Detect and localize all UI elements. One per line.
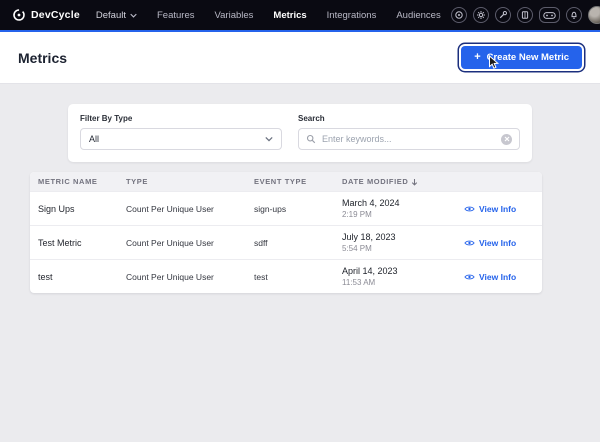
status-icon[interactable] [451,7,467,23]
event-type-cell: sign-ups [254,204,342,214]
table-row: Test Metric Count Per Unique User sdff J… [30,225,542,259]
filter-by-type-group: Filter By Type All [80,114,282,150]
column-header-event-type[interactable]: Event Type [254,177,342,186]
brand[interactable]: DevCycle [12,8,80,22]
date-modified-cell: March 4, 2024 2:19 PM [342,198,464,219]
page-title: Metrics [18,50,67,66]
notifications-bell-icon[interactable] [566,7,582,23]
project-selector[interactable]: Default [96,10,137,21]
search-icon [306,134,316,144]
plus-icon: + [474,52,480,63]
wrench-icon[interactable] [495,7,511,23]
project-selector-label: Default [96,10,126,21]
table-row: test Count Per Unique User test April 14… [30,259,542,293]
filter-card: Filter By Type All Search [68,104,532,162]
avatar[interactable] [588,6,600,24]
create-new-metric-button[interactable]: + Create New Metric [461,46,582,69]
nav-item-variables[interactable]: Variables [205,0,264,30]
brand-name: DevCycle [31,9,80,21]
search-input[interactable] [322,134,495,144]
nav-item-integrations[interactable]: Integrations [317,0,387,30]
type-cell: Count Per Unique User [126,204,254,214]
nav-item-metrics[interactable]: Metrics [263,0,316,30]
event-type-cell: sdff [254,238,342,248]
date-modified-cell: July 18, 2023 5:54 PM [342,232,464,253]
sort-desc-icon [411,178,418,186]
column-header-type[interactable]: Type [126,177,254,186]
page-header: Metrics + Create New Metric [0,32,600,84]
search-group: Search [298,114,520,150]
settings-gear-icon[interactable] [473,7,489,23]
nav-icon-group [451,6,600,24]
column-header-metric-name[interactable]: Metric Name [38,177,126,186]
metrics-table: Metric Name Type Event Type Date Modifie… [30,172,542,293]
view-info-link[interactable]: View Info [464,204,516,214]
controller-icon[interactable] [539,7,560,23]
top-nav: DevCycle Default Features Variables Metr… [0,0,600,32]
chevron-down-icon [130,13,137,18]
search-label: Search [298,114,520,123]
view-info-link[interactable]: View Info [464,238,516,248]
date-modified-cell: April 14, 2023 11:53 AM [342,266,464,287]
create-new-metric-label: Create New Metric [487,52,569,63]
metric-name-cell: test [38,272,126,282]
chevron-down-icon [265,136,273,142]
primary-nav: Features Variables Metrics Integrations … [147,0,451,30]
filter-by-type-select[interactable]: All [80,128,282,150]
type-cell: Count Per Unique User [126,272,254,282]
devcycle-logo-icon [12,8,26,22]
eye-icon [464,205,475,213]
eye-icon [464,239,475,247]
column-header-date-modified[interactable]: Date Modified [342,177,464,186]
metric-name-cell: Sign Ups [38,204,126,214]
table-header-row: Metric Name Type Event Type Date Modifie… [30,172,542,191]
event-type-cell: test [254,272,342,282]
nav-item-audiences[interactable]: Audiences [386,0,450,30]
metric-name-cell: Test Metric [38,238,126,248]
filter-by-type-value: All [89,134,99,144]
view-info-link[interactable]: View Info [464,272,516,282]
nav-item-features[interactable]: Features [147,0,205,30]
docs-icon[interactable] [517,7,533,23]
search-box [298,128,520,150]
type-cell: Count Per Unique User [126,238,254,248]
eye-icon [464,273,475,281]
filter-by-type-label: Filter By Type [80,114,282,123]
clear-search-icon[interactable] [501,134,512,145]
table-row: Sign Ups Count Per Unique User sign-ups … [30,191,542,225]
